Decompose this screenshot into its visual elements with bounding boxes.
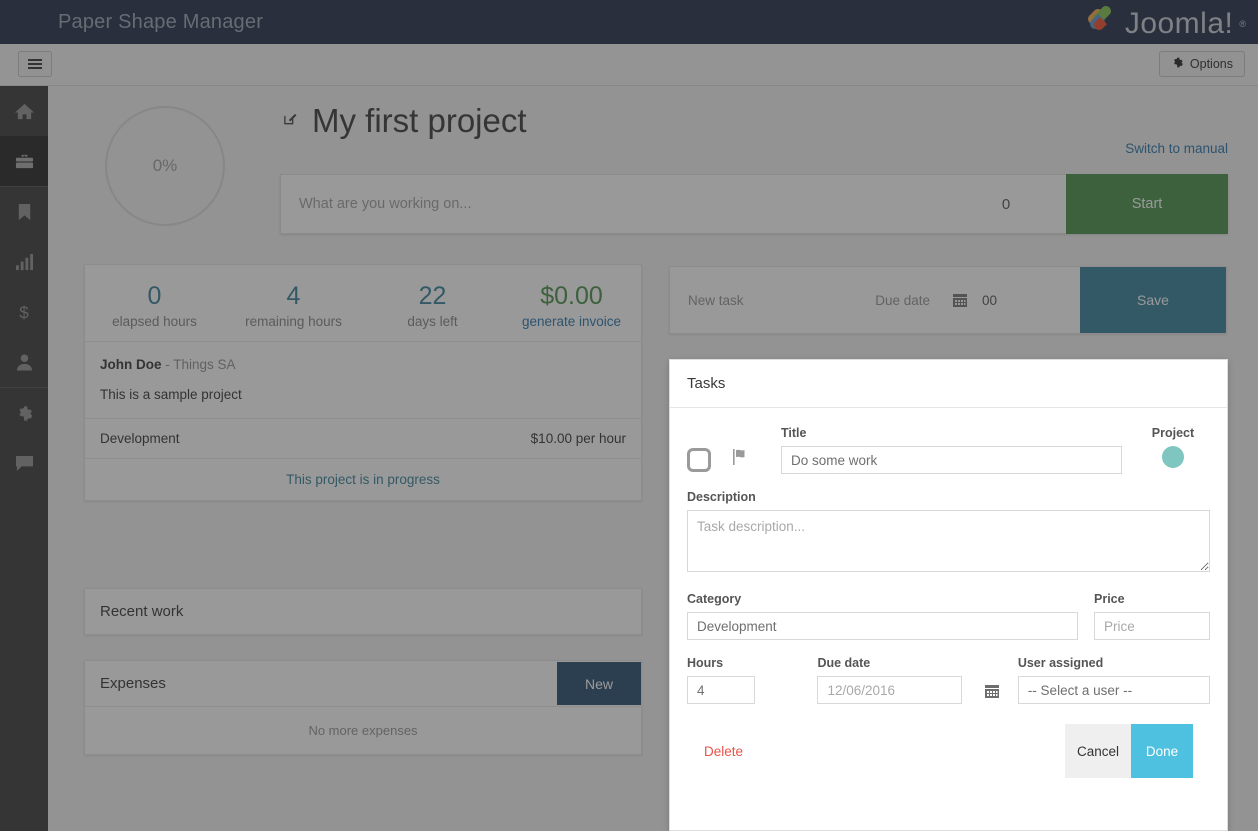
task-description-textarea[interactable] xyxy=(687,510,1210,572)
task-price-label: Price xyxy=(1094,592,1125,606)
tasks-modal-header: Tasks xyxy=(670,360,1227,408)
task-title-label: Title xyxy=(781,426,807,440)
task-description-label: Description xyxy=(687,490,756,504)
task-title-row: Title Project xyxy=(687,426,1210,474)
task-title-input[interactable] xyxy=(781,446,1122,474)
task-title-field: Title xyxy=(781,426,1122,474)
category-price-row: Category Price xyxy=(687,592,1210,640)
task-due-date-field: Due date xyxy=(817,656,962,704)
task-category-label: Category xyxy=(687,592,742,606)
project-color-dot[interactable] xyxy=(1162,446,1184,468)
task-hours-field: Hours xyxy=(687,656,756,704)
task-category-field: Category xyxy=(687,592,1078,640)
tasks-modal-body: Title Project Description Category P xyxy=(670,408,1227,778)
task-category-input[interactable] xyxy=(687,612,1078,640)
task-description-field: Description xyxy=(687,490,1210,577)
tasks-modal-title: Tasks xyxy=(687,375,726,392)
flag-icon[interactable] xyxy=(731,448,751,473)
task-due-date-label: Due date xyxy=(817,656,871,670)
task-complete-checkbox[interactable] xyxy=(687,448,711,472)
app-root: Paper Shape Manager Joomla! ® xyxy=(0,0,1258,831)
task-price-input[interactable] xyxy=(1094,612,1210,640)
task-bottom-fields: Hours Due date xyxy=(687,656,1210,704)
task-due-date-input[interactable] xyxy=(817,676,962,704)
modal-action-buttons: Cancel Done xyxy=(1065,724,1193,778)
task-user-select[interactable] xyxy=(1017,676,1210,704)
task-hours-input[interactable] xyxy=(687,676,756,704)
task-user-field: User assigned xyxy=(1017,656,1210,704)
task-hours-label: Hours xyxy=(687,656,724,670)
delete-task-link[interactable]: Delete xyxy=(704,744,743,759)
done-button[interactable]: Done xyxy=(1131,724,1193,778)
tasks-modal-footer: Delete Cancel Done xyxy=(687,704,1210,778)
task-price-field: Price xyxy=(1094,592,1210,640)
tasks-modal: Tasks Title Project xyxy=(669,359,1228,831)
cancel-button[interactable]: Cancel xyxy=(1065,724,1131,778)
task-user-label: User assigned xyxy=(1017,656,1104,670)
task-project-col: Project xyxy=(1136,426,1210,468)
calendar-icon[interactable] xyxy=(984,683,1000,699)
task-project-label: Project xyxy=(1151,426,1195,440)
